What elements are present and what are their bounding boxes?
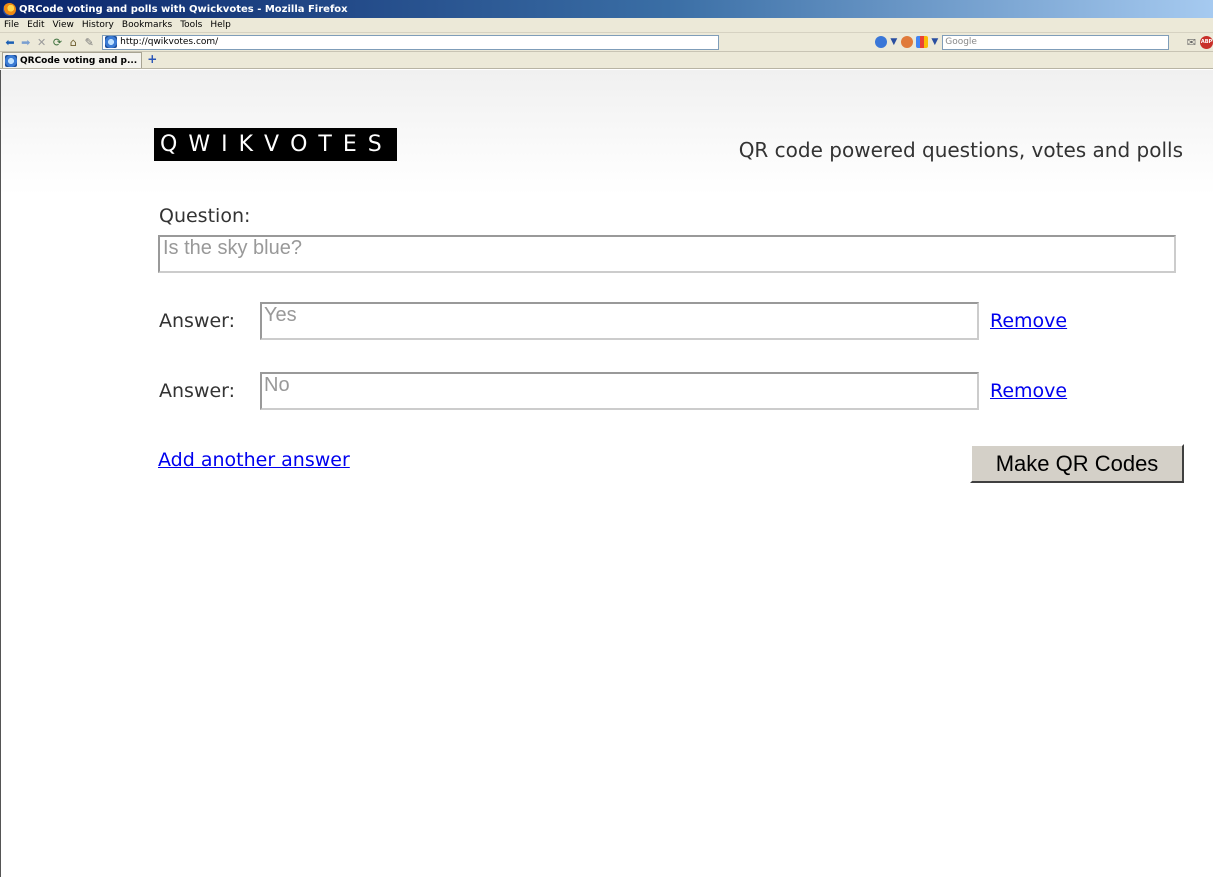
menu-help[interactable]: Help — [210, 20, 231, 30]
search-engine-dropdown-icon[interactable]: ▼ — [931, 37, 938, 47]
stop-icon[interactable]: ✕ — [35, 35, 49, 50]
adblock-icon[interactable]: ABP — [1200, 35, 1213, 49]
back-icon[interactable]: ⬅ — [3, 35, 17, 50]
add-answer-link[interactable]: Add another answer — [158, 449, 350, 471]
tab-bar: QRCode voting and p... + — [0, 52, 1213, 69]
logo-letter: Q — [160, 132, 189, 157]
remove-answer-link[interactable]: Remove — [990, 310, 1067, 332]
menu-edit[interactable]: Edit — [27, 20, 44, 30]
page-content: QWIKVOTES QR code powered questions, vot… — [0, 70, 1213, 877]
answer-label: Answer: — [159, 310, 236, 332]
menu-bookmarks[interactable]: Bookmarks — [122, 20, 172, 30]
logo-letter: E — [342, 132, 368, 157]
nav-tail: ✉ ABP — [1187, 35, 1213, 49]
tagline: QR code powered questions, votes and pol… — [738, 138, 1183, 162]
question-input[interactable]: Is the sky blue? — [158, 235, 1176, 273]
navigation-toolbar: ⬅ ➡ ✕ ⟳ ⌂ ✎ http://qwikvotes.com/ ▼ ▼ Go… — [0, 33, 1213, 52]
noscript-icon[interactable] — [901, 36, 914, 48]
forward-icon[interactable]: ➡ — [19, 35, 33, 50]
search-input[interactable]: Google — [942, 34, 1169, 50]
tab-label: QRCode voting and p... — [20, 55, 138, 66]
menu-history[interactable]: History — [82, 20, 114, 30]
question-placeholder: Is the sky blue? — [163, 237, 302, 259]
answer-placeholder: No — [264, 374, 290, 396]
logo-letter: W — [188, 132, 222, 157]
logo-letter: I — [221, 132, 239, 157]
logo-letter: S — [367, 132, 393, 157]
tab-site-icon — [5, 54, 17, 67]
menu-tools[interactable]: Tools — [180, 20, 202, 30]
answer-row: Answer: Yes Remove — [159, 302, 1159, 342]
answer-placeholder: Yes — [264, 304, 297, 326]
addon-toolbar-icon[interactable]: ✎ — [82, 35, 96, 50]
home-icon[interactable]: ⌂ — [66, 35, 80, 50]
window-title: QRCode voting and polls with Qwickvotes … — [19, 3, 348, 15]
search-engine-icon[interactable] — [916, 36, 929, 48]
tab-qwikvotes[interactable]: QRCode voting and p... — [2, 52, 143, 68]
mail-icon[interactable]: ✉ — [1187, 36, 1196, 49]
menubar: File Edit View History Bookmarks Tools H… — [0, 18, 1213, 33]
answer-label: Answer: — [159, 380, 236, 402]
answer-input[interactable]: No — [260, 372, 979, 410]
logo-letter: V — [264, 132, 291, 157]
search-placeholder: Google — [945, 37, 977, 47]
addon-globe-icon[interactable] — [875, 36, 888, 48]
logo-letter: T — [318, 132, 343, 157]
logo-letter-accent: O — [290, 132, 318, 157]
menu-view[interactable]: View — [53, 20, 74, 30]
new-tab-button[interactable]: + — [147, 52, 157, 66]
question-label: Question: — [159, 205, 251, 227]
site-icon — [105, 36, 118, 48]
answer-input[interactable]: Yes — [260, 302, 979, 340]
reload-icon[interactable]: ⟳ — [51, 35, 65, 50]
addon-dropdown-icon[interactable]: ▼ — [890, 37, 897, 47]
qwikvotes-logo[interactable]: QWIKVOTES — [154, 128, 397, 161]
window-titlebar: QRCode voting and polls with Qwickvotes … — [0, 0, 1213, 18]
menu-file[interactable]: File — [4, 20, 19, 30]
url-bar[interactable]: http://qwikvotes.com/ — [102, 34, 720, 50]
logo-letter: O — [290, 132, 319, 157]
firefox-icon — [3, 2, 16, 16]
url-text: http://qwikvotes.com/ — [120, 37, 219, 47]
logo-letter: K — [238, 132, 265, 157]
make-qr-codes-button[interactable]: Make QR Codes — [970, 444, 1184, 483]
remove-answer-link[interactable]: Remove — [990, 380, 1067, 402]
answer-row: Answer: No Remove — [159, 372, 1159, 412]
addon-icons: ▼ ▼ — [875, 36, 942, 48]
